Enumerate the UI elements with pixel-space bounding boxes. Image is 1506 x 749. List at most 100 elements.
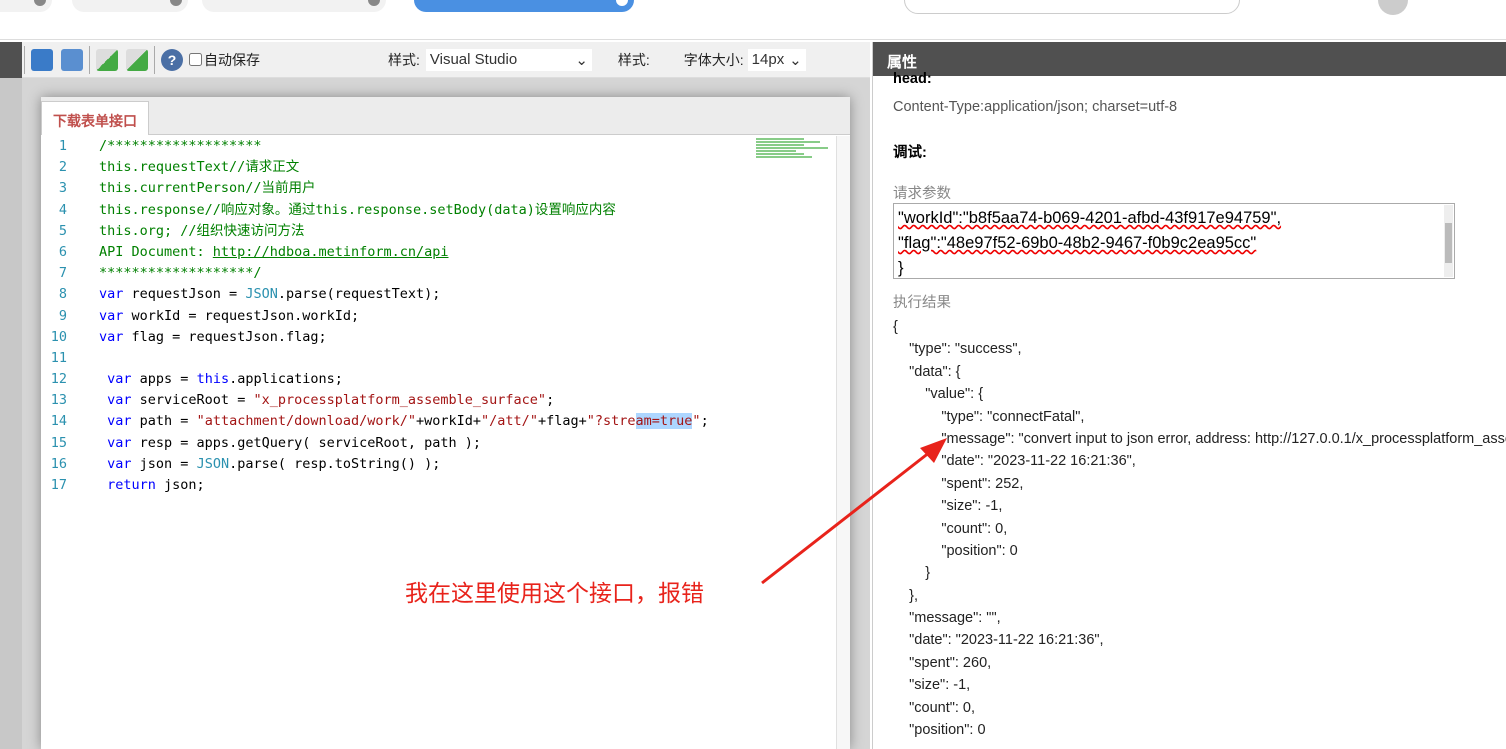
result-line: "size": -1, xyxy=(893,677,971,694)
code-token: " xyxy=(692,413,701,430)
code-line: 9 var workId = requestJson.workId; xyxy=(41,306,836,327)
style-label: 样式: xyxy=(388,51,420,68)
code-token: .parse(requestText); xyxy=(277,286,441,303)
tab-download-form-api[interactable]: 下载表单接口 xyxy=(41,101,149,135)
code-token: /******************* xyxy=(99,138,262,154)
nav-tab[interactable] xyxy=(0,0,52,12)
style2-label: 样式: xyxy=(617,51,650,68)
code-token: var xyxy=(99,328,124,345)
nav-tab[interactable] xyxy=(72,0,188,12)
line-number: 6 xyxy=(58,243,67,260)
line-number: 5 xyxy=(58,222,67,239)
result-line: "count": 0, xyxy=(893,699,976,716)
close-icon[interactable] xyxy=(368,0,380,6)
head-label: head: xyxy=(893,72,932,87)
params-line: } xyxy=(898,259,904,277)
nav-tab[interactable] xyxy=(202,0,386,12)
code-token: workId = requestJson.workId; xyxy=(123,307,360,324)
code-line: 5 this.org; //组织快速访问方法 xyxy=(41,221,836,242)
code-minimap[interactable] xyxy=(756,137,836,177)
code-token: var xyxy=(107,413,132,430)
params-textarea[interactable]: "workId":"b8f5aa74-b069-4201-afbd-43f917… xyxy=(893,203,1455,279)
line-number: 7 xyxy=(58,265,67,282)
avatar[interactable] xyxy=(1378,0,1408,15)
save-icon[interactable] xyxy=(31,48,53,71)
autosave-checkbox[interactable] xyxy=(189,53,202,66)
code-line: 3 this.currentPerson//当前用户 xyxy=(41,178,836,199)
code-line: 1 /******************* xyxy=(41,136,836,157)
result-line: "type": "connectFatal", xyxy=(893,408,1085,425)
search-input[interactable] xyxy=(904,0,1240,14)
result-line: "size": -1, xyxy=(893,498,1003,515)
params-scrollbar[interactable] xyxy=(1444,205,1453,277)
code-token: var xyxy=(107,455,132,472)
save-as-icon[interactable] xyxy=(61,48,83,71)
result-line: "message": "convert input to json error,… xyxy=(941,430,1506,447)
result-label: 执行结果 xyxy=(893,295,951,311)
nav-tab-active[interactable] xyxy=(414,0,634,12)
properties-panel: 属性 head: Content-Type:application/json; … xyxy=(872,42,1506,749)
line-number: 1 xyxy=(58,138,67,154)
code-token: json; xyxy=(155,477,205,493)
export-icon[interactable] xyxy=(126,48,148,71)
close-icon[interactable] xyxy=(616,0,628,6)
code-area[interactable]: 1 /******************* 2 this.requestText//… xyxy=(41,136,836,496)
code-line: 2 this.requestText//请求正文 xyxy=(41,157,836,178)
code-token: this.response//响应对象。通过this.response.setB… xyxy=(99,201,616,218)
code-token: .applications; xyxy=(229,371,343,388)
code-token: return xyxy=(107,477,156,493)
line-number: 15 xyxy=(50,434,67,451)
code-line: 13 var serviceRoot = "x_processplatform_… xyxy=(41,390,836,411)
autosave-label: 自动保存 xyxy=(204,51,260,68)
code-token: resp = apps.getQuery( serviceRoot, path … xyxy=(131,434,482,451)
result-line: "spent": 252, xyxy=(893,475,1024,492)
code-line: 12 var apps = this.applications; xyxy=(41,369,836,390)
code-line: 16 var json = JSON.parse( resp.toString(… xyxy=(41,454,836,475)
code-line: 6 API Document: http://hdboa.metinform.cn… xyxy=(41,242,836,263)
code-token: .parse( resp.toString() ); xyxy=(229,455,441,472)
editor-scrollbar[interactable] xyxy=(836,136,850,749)
toolbar: ? 自动保存 样式: Visual Studio ⌄ 样式: 字体大小: 14px… xyxy=(22,42,870,78)
fontsize-select[interactable]: 14px ⌄ xyxy=(747,48,806,71)
code-line: 17 return json; xyxy=(41,475,836,496)
code-token: this.currentPerson//当前用户 xyxy=(99,180,316,197)
code-line: 4 this.response//响应对象。通过this.response.set… xyxy=(41,200,836,221)
code-token: requestJson = xyxy=(123,286,246,303)
code-token: am=true xyxy=(635,413,693,430)
result-line: { xyxy=(893,319,898,335)
code-token: var xyxy=(107,392,132,409)
fontsize-label: 字体大小: xyxy=(683,51,744,68)
line-number: 4 xyxy=(58,201,67,218)
code-token: ; xyxy=(546,392,555,409)
close-icon[interactable] xyxy=(170,0,182,6)
style-select[interactable]: Visual Studio ⌄ xyxy=(425,48,592,71)
code-token: var xyxy=(107,434,132,451)
code-token: "x_processplatform_assemble_surface" xyxy=(253,392,547,409)
code-token: apps = xyxy=(131,371,197,388)
line-number: 3 xyxy=(58,180,67,197)
code-token: var xyxy=(107,371,132,388)
close-icon[interactable] xyxy=(34,0,46,6)
code-token: API Document: xyxy=(99,243,213,260)
code-line: 14 var path = "attachment/download/work/… xyxy=(41,411,836,432)
chevron-down-icon: ⌄ xyxy=(575,51,588,69)
code-token: serviceRoot = xyxy=(131,392,254,409)
code-token: JSON xyxy=(245,286,278,303)
result-line: "count": 0, xyxy=(893,520,1008,537)
head-value: Content-Type:application/json; charset=u… xyxy=(893,99,1178,115)
style-select-value: Visual Studio xyxy=(429,51,518,68)
result-line: "value": { xyxy=(893,386,984,403)
code-token: "/att/" xyxy=(481,413,538,430)
result-line: "spent": 260, xyxy=(893,654,992,671)
import-icon[interactable] xyxy=(96,48,118,71)
debug-label: 调试: xyxy=(893,145,927,161)
code-token: http://hdboa.metinform.cn/api xyxy=(212,243,449,260)
help-icon[interactable]: ? xyxy=(161,48,183,71)
code-token: "?stre xyxy=(586,413,636,430)
line-number: 8 xyxy=(58,286,67,303)
